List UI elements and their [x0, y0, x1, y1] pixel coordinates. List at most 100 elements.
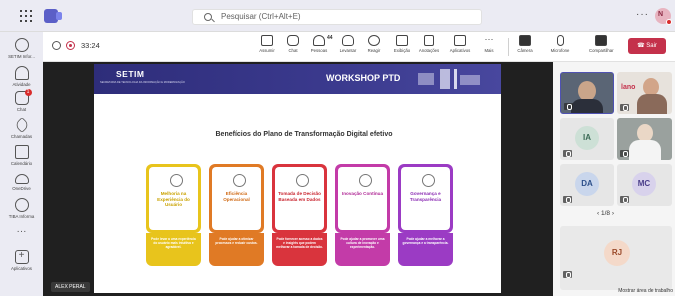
tool-label: Exibição [393, 48, 411, 53]
mic-icon [563, 271, 572, 278]
apps-button[interactable]: Aplicativos [448, 35, 472, 53]
rail-label: Chamadas [10, 134, 33, 139]
meeting-info-icon[interactable] [52, 41, 61, 50]
shared-screen: SETIM SECRETARIA DE TECNOLOGIA DA INFORM… [43, 62, 553, 296]
rail-item-calls[interactable]: Chamadas [0, 117, 43, 139]
people-button[interactable]: 44 Pessoas [307, 35, 333, 53]
raise-hand-button[interactable]: Levantar [336, 35, 360, 53]
react-button[interactable]: Reagir [362, 35, 386, 53]
gear-icon [233, 174, 246, 187]
chat-button[interactable]: Chat [281, 35, 305, 53]
rail-label: SETIM Infor... [8, 54, 35, 59]
card-body: Governança e Transparência [401, 167, 450, 230]
app-icon [14, 198, 29, 212]
mic-icon [620, 196, 629, 203]
title-bar: Pesquisar (Ctrl+Alt+E) ··· N [0, 0, 675, 32]
participant-tile[interactable]: MC [617, 164, 672, 206]
participant-initials: RJ [604, 240, 630, 266]
more-button[interactable]: ··· Mais [477, 34, 501, 54]
tool-label: Mais [484, 48, 494, 53]
rail-item-setim[interactable]: SETIM Infor... [0, 38, 43, 59]
rail-item-activity[interactable]: Atividade [0, 66, 43, 87]
benefit-card: Inovação Contínua Pode ajudar a promover… [335, 164, 390, 266]
tool-label: Aplicativos [449, 48, 471, 53]
rail-item-tiba[interactable]: TIBA Informa [0, 198, 43, 219]
app-launcher-icon[interactable] [20, 10, 32, 22]
tool-label: Reagir [367, 48, 381, 53]
presentation-slide: SETIM SECRETARIA DE TECNOLOGIA DA INFORM… [94, 64, 501, 293]
person-body [637, 94, 667, 114]
card-description: Pode ajudar a melhorar a governança e a … [402, 237, 449, 245]
notes-icon [424, 35, 434, 46]
bell-icon [14, 66, 29, 80]
rail-item-onedrive[interactable]: OneDrive [0, 172, 43, 191]
search-input[interactable]: Pesquisar (Ctrl+Alt+E) [192, 9, 482, 25]
rail-item-more[interactable]: ··· [0, 225, 43, 239]
card-title: Melhoria na Experiência do Usuário [157, 191, 190, 208]
avatar[interactable]: N [655, 8, 672, 25]
meeting-toolbar: 33:24 Assumir Chat 44 Pessoas Levantar R… [43, 32, 675, 62]
apps-icon [454, 35, 466, 46]
rail-item-apps[interactable]: + Aplicativos [0, 250, 43, 271]
react-icon [368, 35, 380, 46]
rail-label: Calendário [10, 161, 33, 166]
chevron-right-icon[interactable]: › [612, 210, 614, 217]
chart-icon [296, 174, 309, 187]
participant-initials: IA [575, 126, 599, 150]
phone-hangup-icon: ☎ [637, 43, 645, 49]
slide-header: SETIM SECRETARIA DE TECNOLOGIA DA INFORM… [94, 64, 501, 94]
benefit-card: Tomada de Decisão Baseada em Dados Pode … [272, 164, 327, 266]
benefit-card: Governança e Transparência Pode ajudar a… [398, 164, 453, 266]
leave-button[interactable]: ☎ Sair [628, 38, 666, 54]
avatar-initials: N [658, 11, 664, 18]
slide-title: Benefícios do Plano de Transformação Dig… [215, 131, 393, 138]
take-control-button[interactable]: Assumir [255, 35, 279, 53]
card-title: Governança e Transparência [409, 191, 442, 202]
take-control-icon [261, 35, 273, 46]
share-icon [595, 35, 607, 46]
share-button[interactable]: Compartilhar [589, 35, 614, 53]
card-title: Inovação Contínua [341, 191, 384, 196]
card-body: Inovação Contínua [338, 167, 387, 230]
rail-label: Aplicativos [11, 266, 32, 271]
show-workarea-button[interactable]: Mostrar área de trabalho [618, 288, 673, 294]
more-options-icon[interactable]: ··· [636, 9, 649, 20]
camera-button[interactable]: Câmera [513, 35, 537, 53]
rail-label: TIBA Informa [8, 214, 35, 219]
toolbar-divider [508, 38, 509, 56]
page-indicator: 1/8 [600, 210, 611, 217]
gallery-pager: ‹ 1/8 › [597, 210, 614, 217]
view-button[interactable]: Exibição [390, 35, 414, 53]
view-icon [396, 35, 408, 46]
chat-icon [287, 35, 299, 46]
more-icon: ··· [484, 34, 494, 44]
rail-label: Chat [16, 107, 27, 112]
participant-tile[interactable]: RJ [560, 226, 672, 290]
video-tile[interactable] [617, 118, 672, 160]
tool-label: Câmera [517, 48, 533, 53]
meeting-timer: 33:24 [81, 41, 100, 50]
notes-button[interactable]: Anotações [417, 35, 441, 53]
rail-item-calendar[interactable]: Calendário [0, 145, 43, 166]
lightbulb-icon [359, 174, 372, 187]
microphone-button[interactable]: Microfone [548, 35, 572, 53]
tool-label: Levantar [339, 48, 357, 53]
tool-label: Chat [288, 48, 298, 53]
user-icon [170, 174, 183, 187]
card-description: Pode fornecer acesso a dados e insights … [276, 237, 323, 249]
org-name: SETIM [116, 69, 145, 79]
search-placeholder: Pesquisar (Ctrl+Alt+E) [221, 12, 301, 21]
video-tile[interactable]: lano [617, 72, 672, 114]
rail-label: Atividade [12, 82, 31, 87]
chevron-left-icon[interactable]: ‹ [597, 210, 599, 217]
more-icon: ··· [16, 226, 27, 237]
rail-item-chat[interactable]: 1 Chat [0, 89, 43, 112]
status-dot [666, 19, 672, 25]
participant-tile[interactable]: DA [560, 164, 614, 206]
person-head [578, 81, 596, 101]
participants-panel: lano IA DA MC ‹ 1/8 › RJ Mostrar área de… [553, 62, 675, 296]
participant-tile[interactable]: IA [560, 118, 614, 160]
header-graphic [414, 67, 484, 91]
video-tile-speaker[interactable] [560, 72, 614, 114]
mic-icon [620, 150, 629, 157]
